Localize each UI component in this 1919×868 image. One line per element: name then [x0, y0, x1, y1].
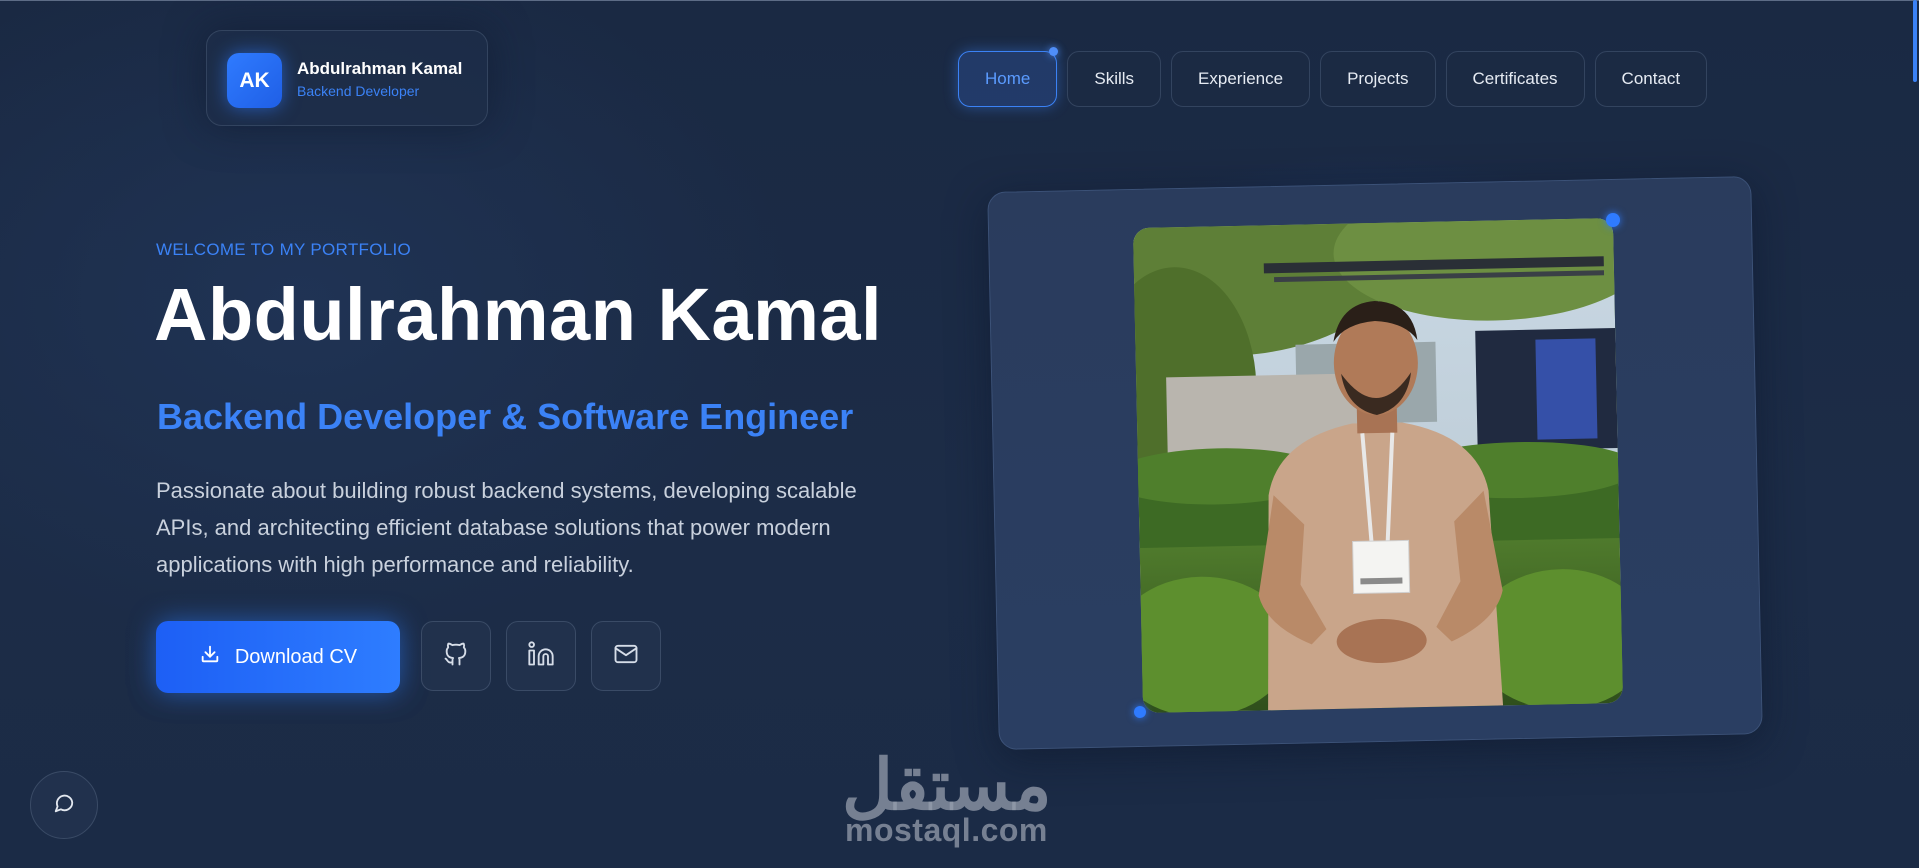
- decor-dot-top: [1606, 213, 1620, 227]
- linkedin-icon: [527, 640, 555, 673]
- github-icon: [442, 640, 470, 673]
- nav-contact-label: Contact: [1621, 69, 1681, 88]
- nav-certificates-label: Certificates: [1472, 69, 1558, 88]
- nav-certificates[interactable]: Certificates: [1445, 51, 1585, 107]
- scrollbar-thumb[interactable]: [1913, 0, 1917, 82]
- nav-experience-label: Experience: [1198, 69, 1284, 88]
- chat-button[interactable]: [30, 771, 98, 839]
- main-nav: Home Skills Experience Projects Certific…: [958, 47, 1708, 107]
- profile-photo: [1132, 218, 1624, 713]
- mail-icon: [612, 640, 640, 673]
- portfolio-page: AK Abdulrahman Kamal Backend Developer H…: [0, 0, 1919, 868]
- decor-dot-bottom: [1134, 706, 1146, 718]
- linkedin-button[interactable]: [506, 621, 576, 691]
- nav-projects[interactable]: Projects: [1320, 51, 1436, 107]
- download-cv-label: Download CV: [234, 645, 358, 668]
- welcome-eyebrow: WELCOME TO MY PORTFOLIO: [156, 240, 412, 259]
- watermark-latin: mostaql.com: [845, 812, 1048, 848]
- brand-card[interactable]: AK Abdulrahman Kamal Backend Developer: [206, 30, 488, 126]
- brand-initials-badge: AK: [227, 53, 282, 108]
- download-icon: [199, 643, 221, 671]
- download-cv-button[interactable]: Download CV: [156, 621, 400, 693]
- active-indicator-dot: [1049, 47, 1059, 56]
- nav-projects-label: Projects: [1347, 69, 1409, 88]
- email-button[interactable]: [591, 621, 661, 691]
- nav-skills-label: Skills: [1094, 69, 1135, 88]
- top-divider: [0, 0, 1919, 1]
- hero-title: Backend Developer & Software Engineer: [157, 396, 854, 437]
- nav-contact[interactable]: Contact: [1594, 51, 1708, 107]
- chat-bubble-icon: [53, 792, 75, 819]
- nav-home[interactable]: Home: [958, 47, 1059, 107]
- nav-skills[interactable]: Skills: [1067, 51, 1162, 107]
- nav-home-label: Home: [985, 69, 1031, 88]
- nav-experience[interactable]: Experience: [1171, 51, 1311, 107]
- brand-role: Backend Developer: [297, 83, 420, 99]
- brand-name: Abdulrahman Kamal: [297, 59, 463, 78]
- hero-name: Abdulrahman Kamal: [154, 273, 883, 356]
- github-button[interactable]: [421, 621, 491, 691]
- hero-description: Passionate about building robust backend…: [156, 478, 857, 577]
